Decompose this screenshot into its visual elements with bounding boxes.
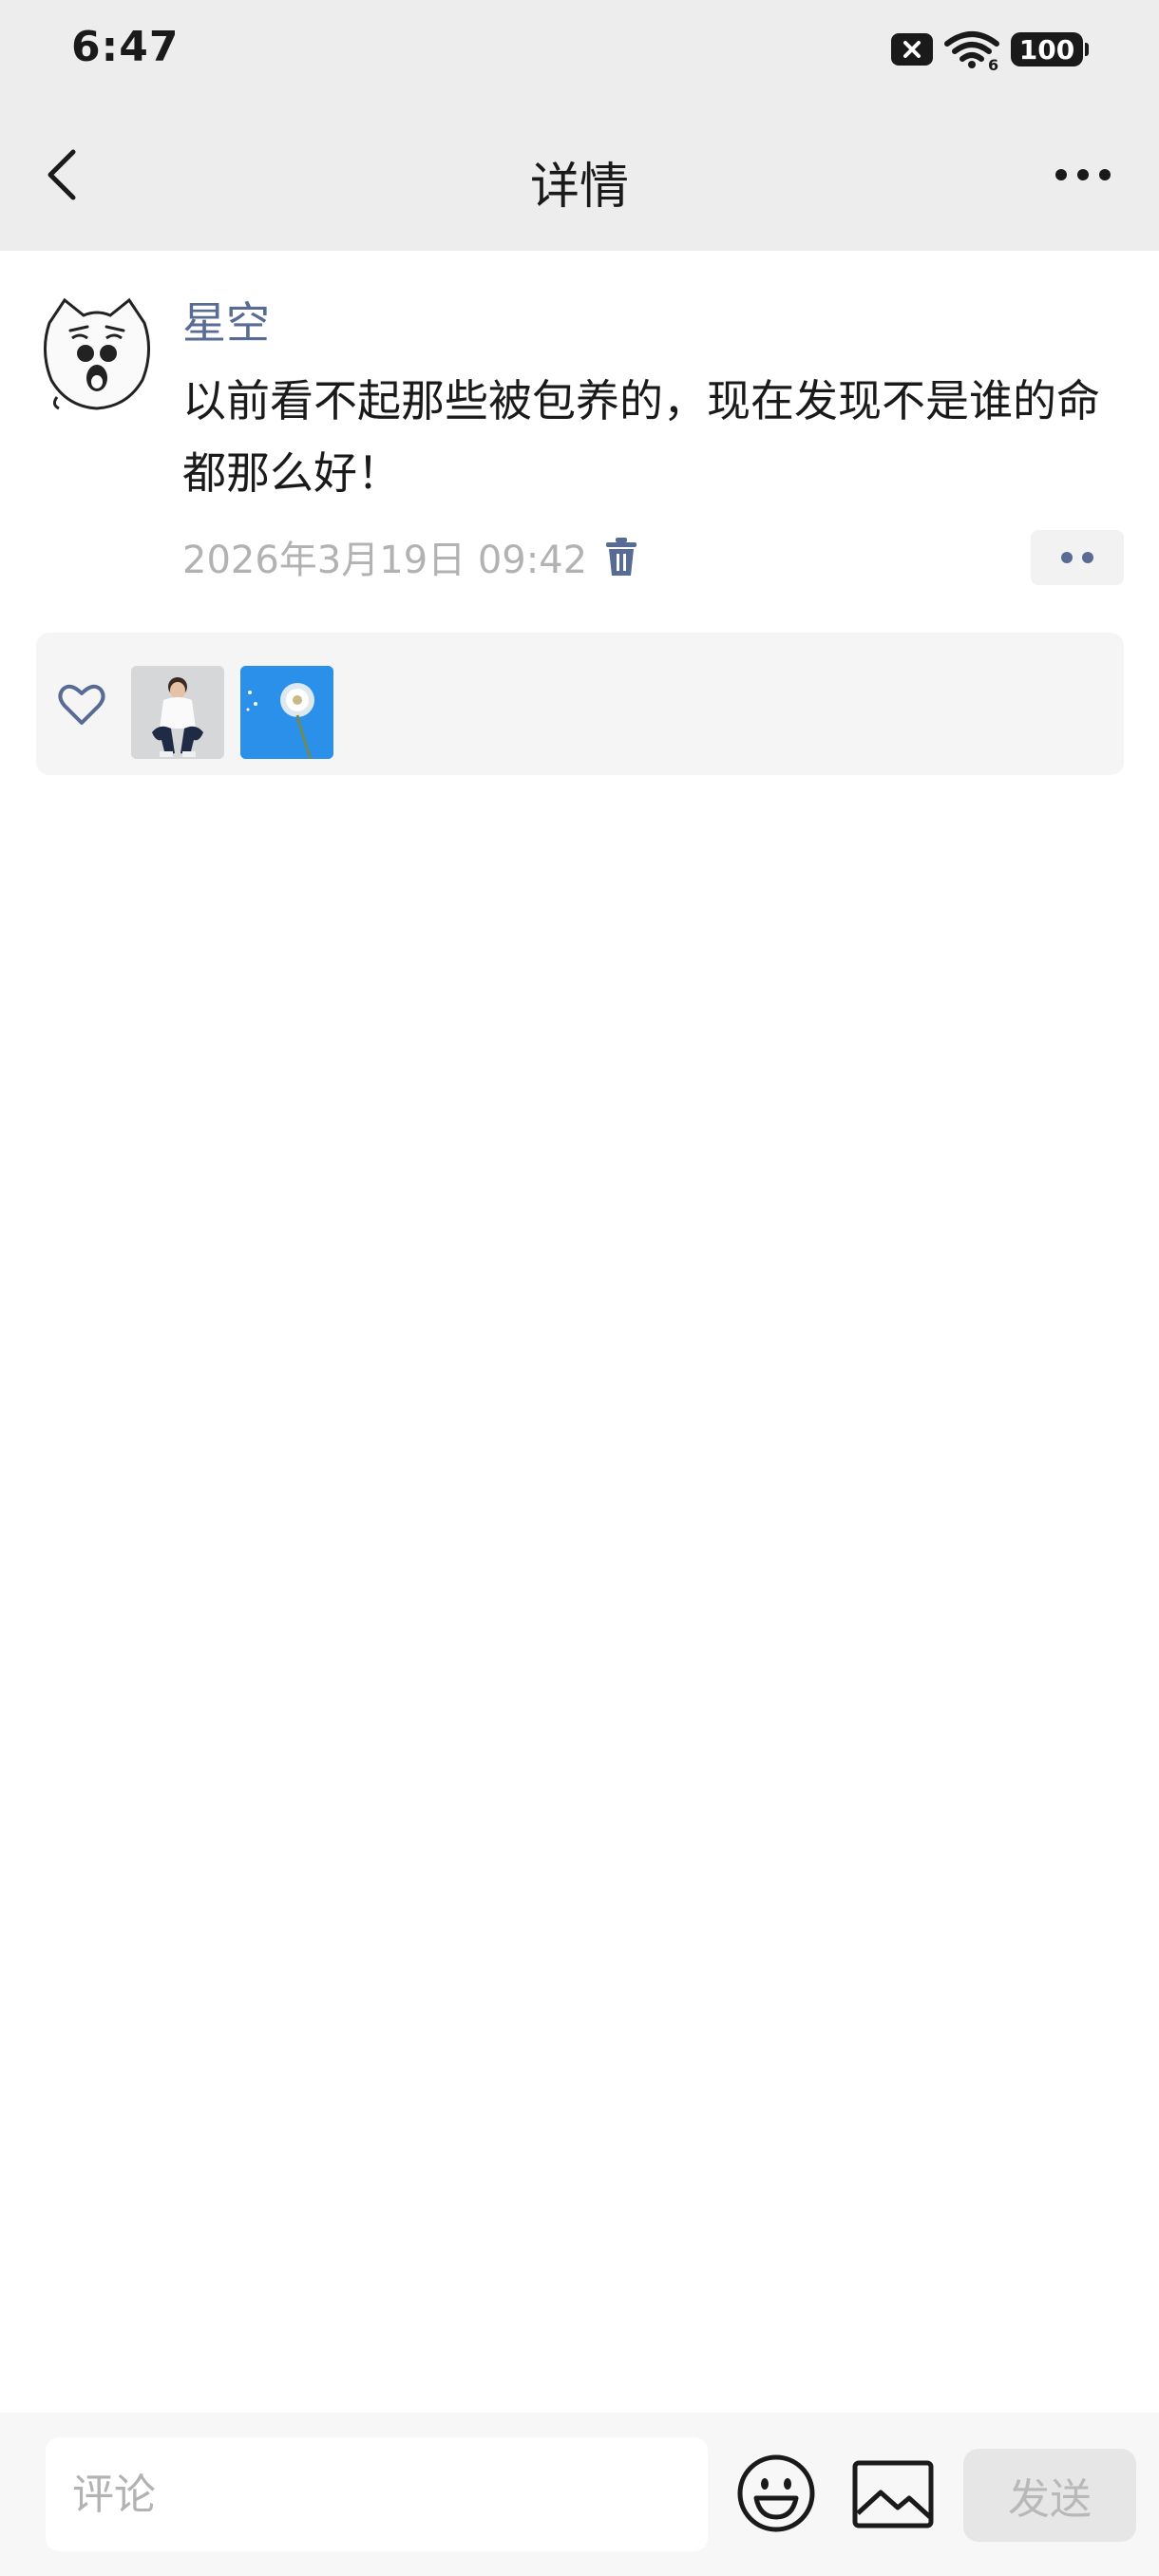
author-avatar[interactable]: [36, 294, 158, 416]
trash-icon: [606, 538, 637, 576]
post-meta: 2026年3月19日 09:42: [182, 528, 640, 585]
emoji-icon[interactable]: [735, 2453, 817, 2534]
action-dot-icon: [1082, 552, 1093, 563]
image-icon[interactable]: [852, 2460, 934, 2529]
like-comment-menu-button[interactable]: [1031, 530, 1124, 585]
send-button[interactable]: 发送: [963, 2449, 1136, 2542]
more-button[interactable]: [1045, 146, 1121, 203]
more-icon: [1055, 169, 1111, 180]
liker-avatar[interactable]: [240, 666, 333, 759]
post-timestamp: 2026年3月19日 09:42: [182, 539, 588, 582]
author-name[interactable]: 星空: [182, 294, 270, 351]
status-bar: 6:47 6 100: [0, 0, 1159, 99]
action-dot-icon: [1061, 552, 1073, 563]
nav-bar: 详情: [0, 99, 1159, 251]
comment-bar: 发送: [0, 2413, 1159, 2576]
heart-icon: [58, 684, 105, 725]
liker-avatar[interactable]: [131, 666, 224, 759]
wifi-icon: 6: [944, 31, 999, 70]
delete-button[interactable]: [602, 535, 640, 578]
status-time: 6:47: [71, 23, 180, 71]
page-title: 详情: [529, 159, 629, 216]
wifi-badge: 6: [988, 56, 998, 70]
post-text: 以前看不起那些被包养的，现在发现不是谁的命都那么好！: [182, 375, 1100, 499]
battery-indicator: 100: [1011, 32, 1089, 66]
likes-section: [36, 633, 1124, 775]
comment-input[interactable]: [46, 2437, 708, 2551]
sim-icon: [891, 33, 933, 66]
status-icons: 6 100: [891, 28, 1089, 70]
